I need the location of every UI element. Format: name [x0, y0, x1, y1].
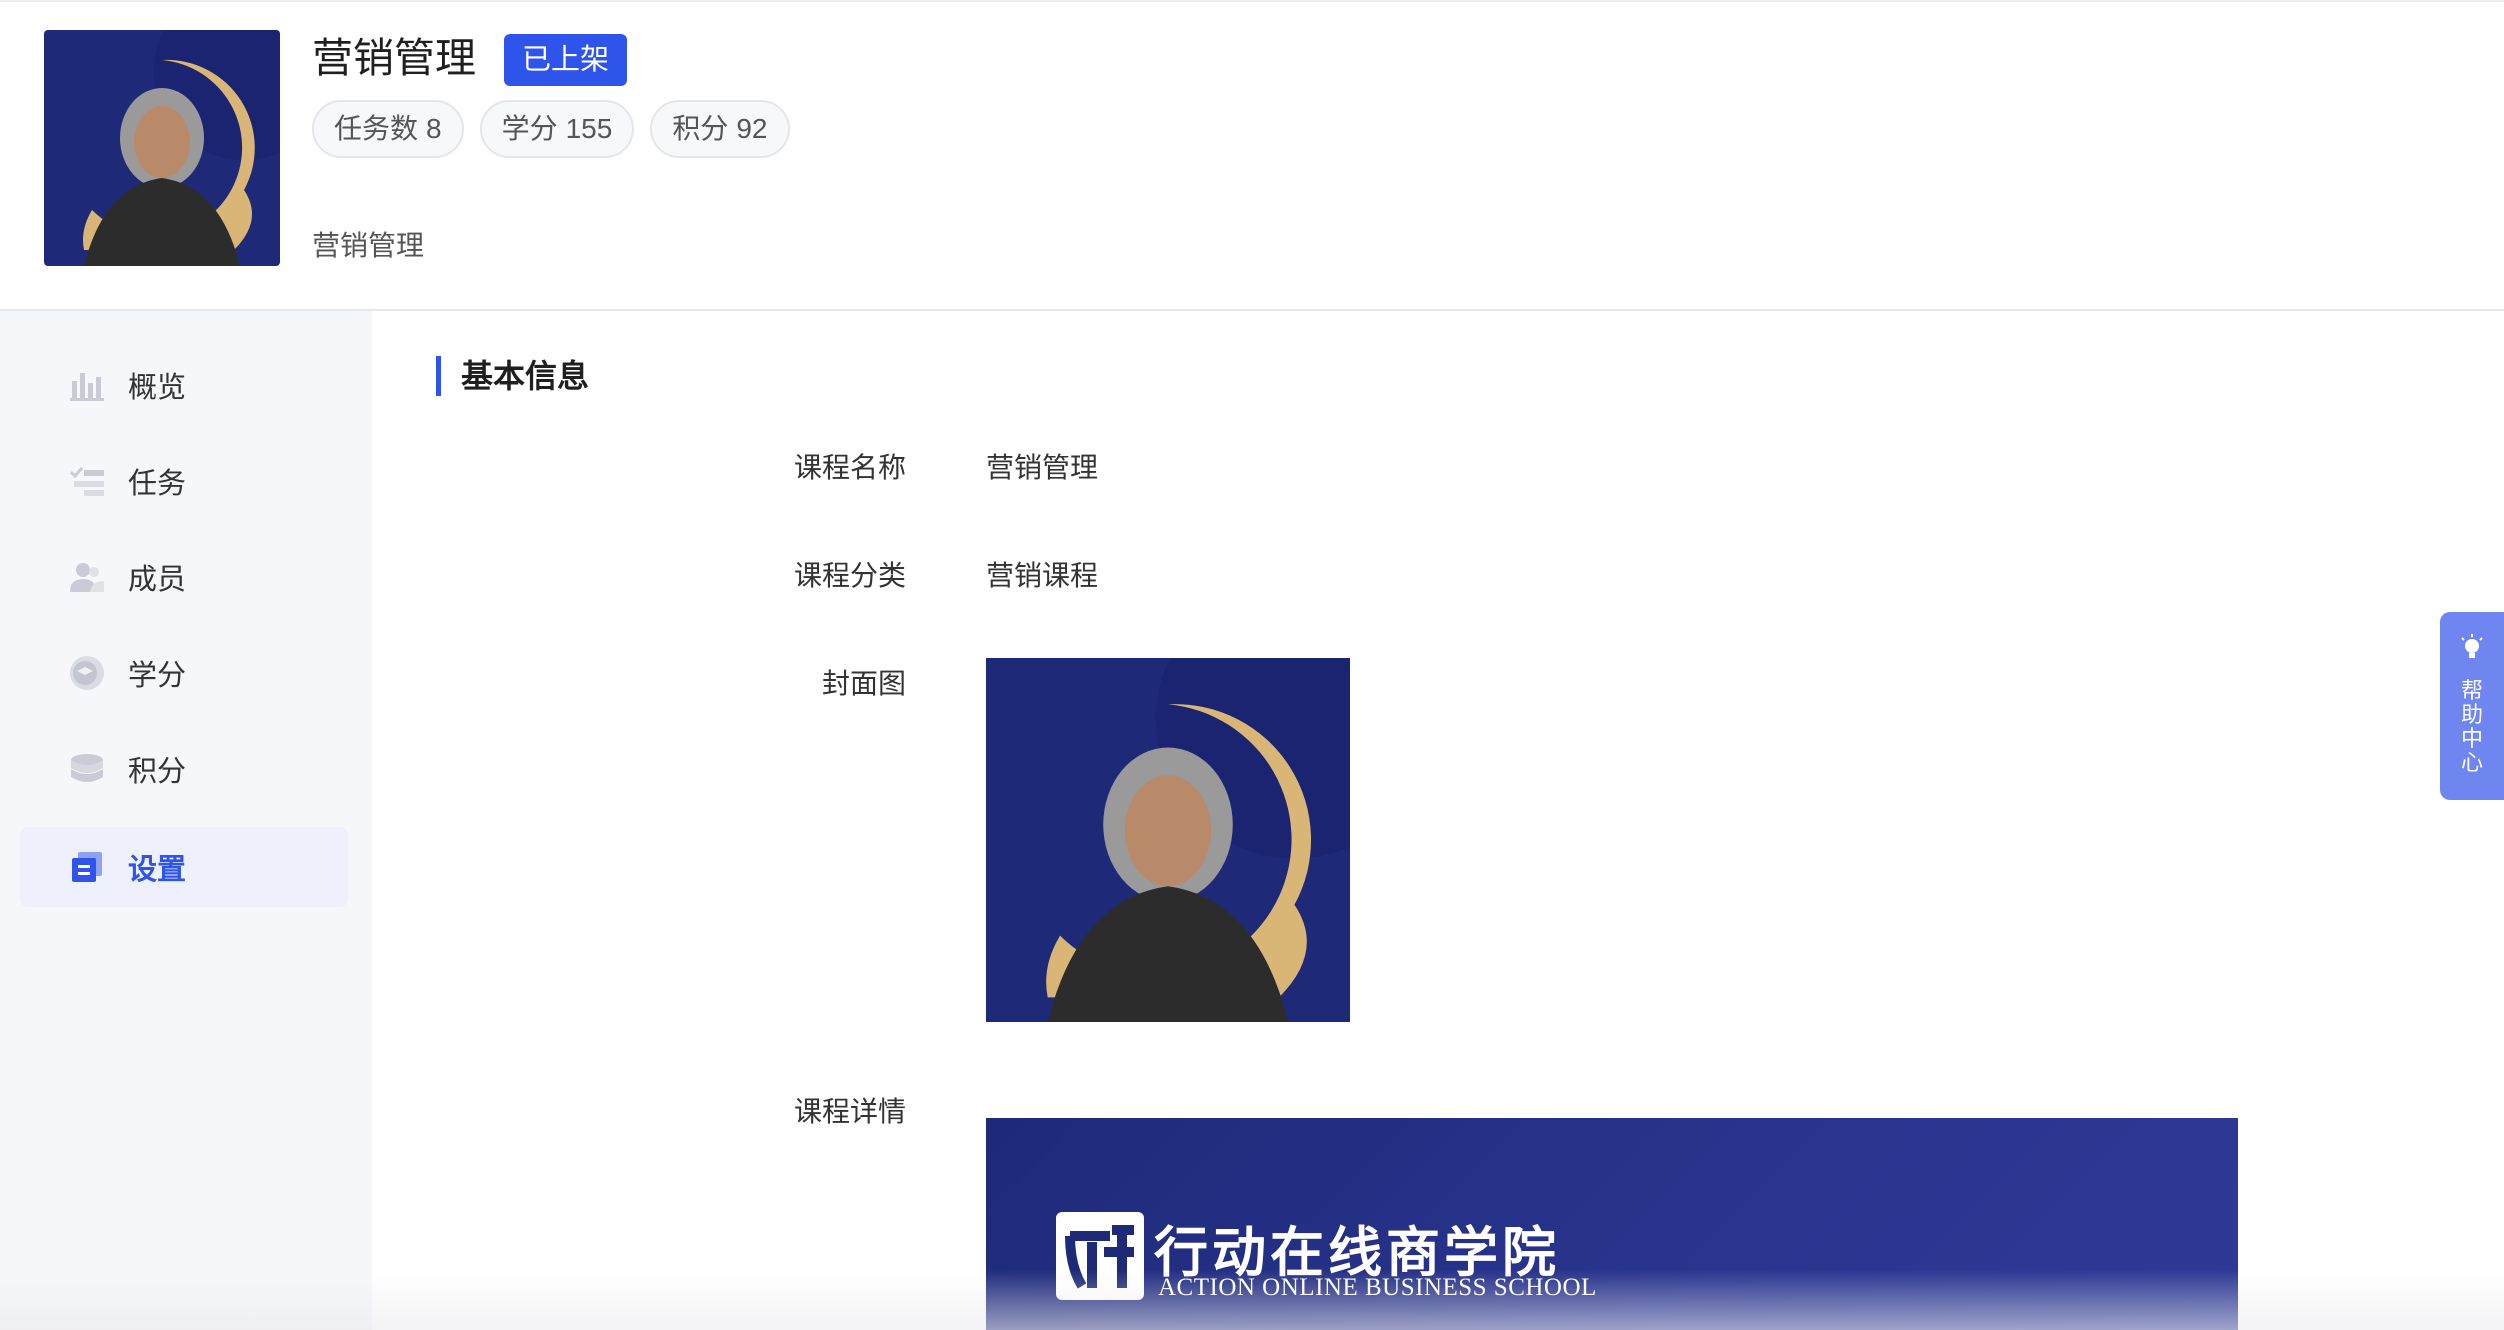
section-title: 基本信息	[436, 356, 589, 396]
sidebar-item-label: 积分	[128, 756, 187, 788]
cover-image-label: 封面图	[821, 668, 906, 699]
bar-chart-icon	[68, 366, 106, 404]
sidebar-item-label: 成员	[128, 564, 187, 596]
sidebar-item-label: 设置	[128, 854, 187, 886]
sidebar: 概览 任务 成员 学分 积分 设置	[0, 311, 372, 1330]
lightbulb-icon	[2460, 634, 2484, 667]
school-logo-icon	[1056, 1212, 1144, 1300]
cover-image	[986, 658, 1350, 1022]
points-icon	[68, 750, 106, 788]
members-icon	[68, 558, 106, 596]
course-cover-thumbnail	[44, 30, 280, 266]
settings-icon	[68, 848, 106, 886]
sidebar-item-overview[interactable]: 概览	[20, 345, 348, 425]
stat-task-count: 任务数 8	[312, 100, 464, 158]
sidebar-item-points[interactable]: 积分	[20, 729, 348, 809]
portrait-image	[44, 30, 280, 266]
status-badge: 已上架	[504, 34, 628, 86]
help-center-label: 帮助中心	[2461, 678, 2484, 775]
course-header: 营销管理 已上架 任务数 8 学分 155 积分 92 营销管理	[0, 0, 2504, 311]
credit-icon	[68, 654, 106, 692]
course-category-label: 课程分类	[793, 560, 906, 591]
course-detail-banner: 行动在线商学院 ACTION ONLINE BUSINESS SCHOOL	[986, 1118, 2238, 1330]
sidebar-item-label: 概览	[128, 372, 187, 404]
course-name-value: 营销管理	[986, 452, 1099, 483]
help-center-button[interactable]: 帮助中心	[2440, 612, 2504, 800]
course-subtitle: 营销管理	[312, 230, 425, 261]
stats-row: 任务数 8 学分 155 积分 92	[312, 100, 790, 158]
task-list-icon	[68, 462, 106, 500]
sidebar-item-members[interactable]: 成员	[20, 537, 348, 617]
sidebar-item-label: 学分	[128, 660, 187, 692]
course-category-value: 营销课程	[986, 560, 1099, 591]
school-name-en: ACTION ONLINE BUSINESS SCHOOL	[1158, 1274, 1597, 1301]
course-title: 营销管理	[312, 35, 476, 81]
stat-credits: 学分 155	[479, 100, 635, 158]
sidebar-item-settings[interactable]: 设置	[20, 827, 348, 907]
course-name-label: 课程名称	[793, 452, 906, 483]
stat-points: 积分 92	[650, 100, 790, 158]
course-detail-label: 课程详情	[793, 1096, 906, 1127]
portrait-image	[986, 658, 1350, 1022]
sidebar-item-tasks[interactable]: 任务	[20, 441, 348, 521]
sidebar-item-label: 任务	[128, 468, 187, 500]
sidebar-item-credits[interactable]: 学分	[20, 633, 348, 713]
